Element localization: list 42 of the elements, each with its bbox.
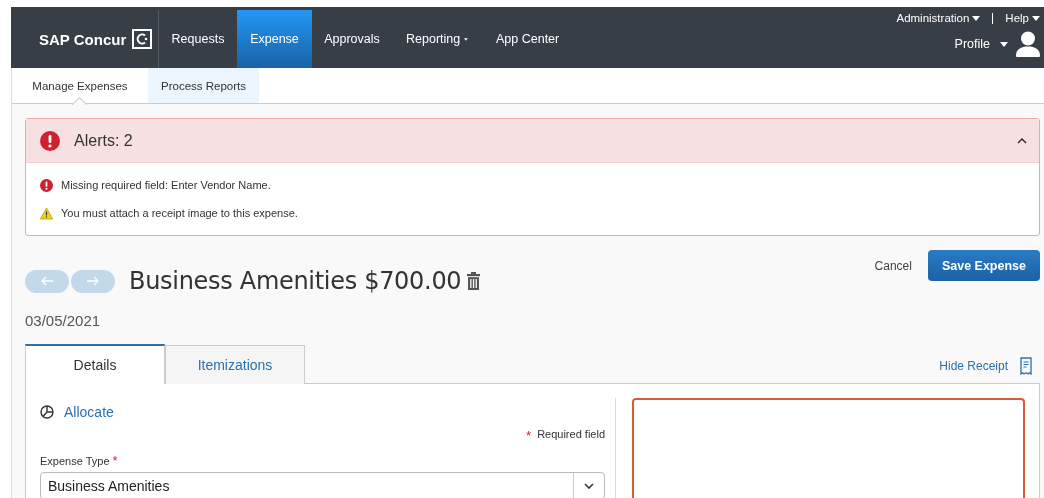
nav-tab[interactable]: App Center — [482, 10, 574, 68]
required-field-note: Required field — [537, 428, 605, 442]
required-asterisk: * — [526, 428, 532, 443]
user-avatar-icon[interactable] — [1016, 31, 1040, 57]
cancel-link[interactable]: Cancel — [874, 258, 912, 273]
alert-message: You must attach a receipt image to this expense. — [61, 207, 298, 219]
alert-message: Missing required field: Enter Vendor Name. — [61, 179, 271, 191]
alerts-header[interactable]: Alerts: 2 — [26, 119, 1039, 163]
brand-name: SAP Concur — [39, 30, 127, 48]
nav-tab[interactable]: Requests — [159, 10, 237, 68]
alerts-title: Alerts: 2 — [74, 131, 133, 150]
expense-date: 03/05/2021 — [25, 312, 102, 329]
expense-title: Business Amenities $700.00 — [129, 267, 462, 295]
hide-receipt-link[interactable]: Hide Receipt — [939, 359, 1008, 373]
nav-tab[interactable]: Approvals — [312, 10, 392, 68]
caret-icon — [972, 15, 981, 21]
subnav-tab[interactable]: Process Reports — [148, 68, 259, 103]
caret-icon — [1000, 41, 1008, 47]
allocate-link[interactable]: Allocate — [40, 404, 605, 420]
expense-type-dropdown[interactable]: Business Amenities — [40, 472, 605, 498]
save-expense-button[interactable]: Save Expense — [927, 250, 1040, 281]
form-tab[interactable]: Details — [25, 344, 165, 384]
nav-tab[interactable]: Reporting — [392, 10, 482, 68]
required-asterisk: * — [112, 453, 118, 468]
pie-chart-icon — [40, 405, 54, 419]
utility-link[interactable]: Administration — [896, 12, 981, 24]
receipt-icon[interactable] — [1020, 357, 1032, 375]
back-arrow-icon — [40, 274, 54, 288]
forward-arrow-icon — [86, 274, 100, 288]
error-icon — [40, 130, 60, 151]
utility-link[interactable]: Help — [1005, 12, 1040, 24]
caret-icon — [1032, 15, 1040, 21]
field-label: Expense Type — [40, 455, 110, 467]
chevron-icon[interactable] — [1017, 137, 1027, 144]
profile-menu[interactable]: Profile — [954, 37, 1008, 51]
warning-icon — [40, 206, 53, 220]
form-tab[interactable]: Itemizations — [165, 345, 305, 384]
error-icon — [40, 178, 53, 192]
trash-icon[interactable] — [467, 272, 481, 290]
nav-tab[interactable]: Expense — [237, 10, 312, 68]
chevron-down-icon — [584, 483, 594, 489]
logo-icon — [132, 29, 153, 49]
